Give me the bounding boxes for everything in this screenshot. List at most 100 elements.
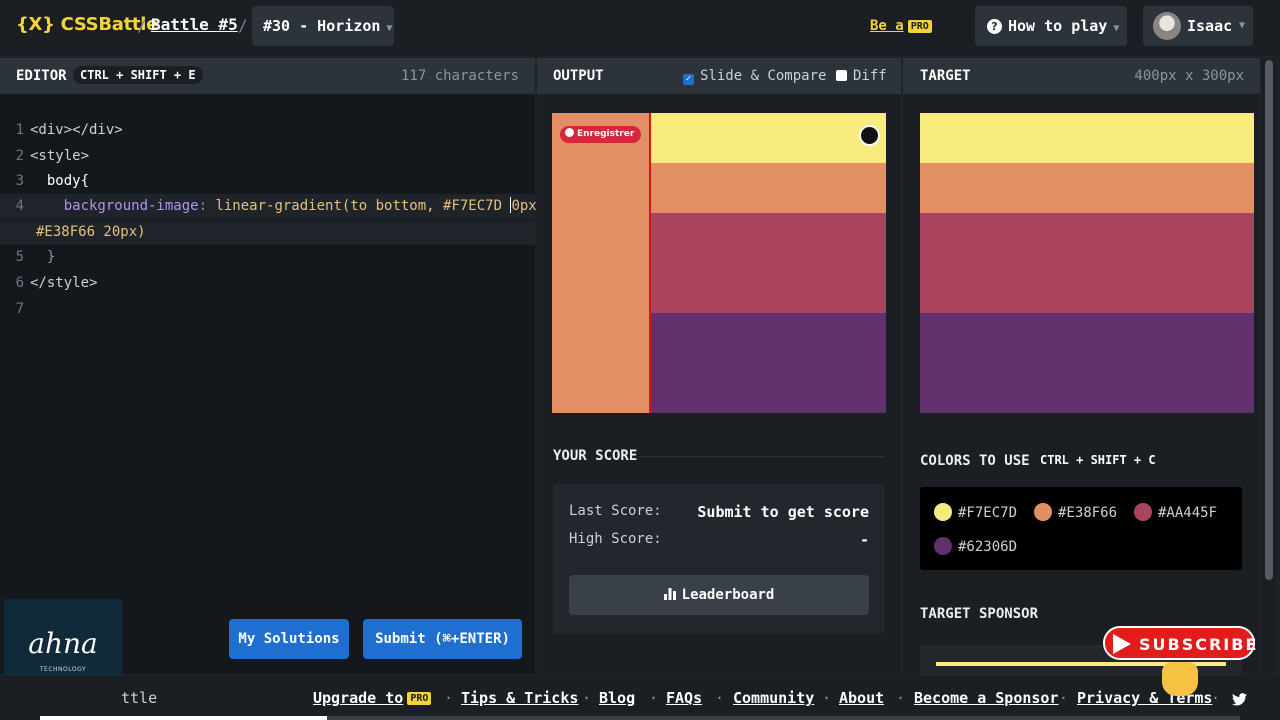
code-line[interactable]: 2 <style> (0, 144, 535, 169)
code-editor[interactable]: 1 <div></div> 2 <style> 3 body{ 4 backgrou… (0, 94, 545, 674)
output-render-area (552, 113, 650, 413)
editor-title: EDITOR (16, 68, 67, 84)
be-a-pro-link[interactable]: Be a PRO (870, 18, 932, 34)
submit-button[interactable]: Submit (⌘+ENTER) (363, 619, 522, 659)
color-swatch[interactable]: #AA445F (1134, 503, 1217, 521)
line-number: 3 (15, 173, 24, 189)
user-menu[interactable]: Isaac ▼ (1143, 6, 1253, 46)
footer-separator: · (649, 689, 659, 707)
code-text: <div></div> (30, 122, 123, 138)
subscribe-button[interactable]: SUBSCRIBE (1103, 626, 1259, 660)
color-swatch[interactable]: #F7EC7D (934, 503, 1017, 521)
output-preview[interactable]: Enregistrer (552, 113, 886, 413)
target-band-crimson (920, 213, 1254, 313)
target-sponsor-title: TARGET SPONSOR (920, 606, 1039, 622)
footer-separator: · (715, 689, 725, 707)
chevron-down-icon: ▼ (1238, 20, 1245, 31)
color-dot-icon (1134, 503, 1152, 521)
about-link[interactable]: About (839, 689, 884, 707)
target-header: TARGET 400px x 300px (903, 58, 1260, 94)
color-dot-icon (934, 537, 952, 555)
color-swatch[interactable]: #62306D (934, 537, 1017, 555)
breadcrumb-battle-link[interactable]: Battle #5 (151, 15, 238, 34)
your-score-title: YOUR SCORE (553, 448, 638, 464)
css-value: #E38F66 20px) (36, 224, 146, 240)
pro-badge: PRO (407, 692, 432, 705)
user-name: Isaac (1187, 17, 1233, 35)
twitter-icon[interactable] (1232, 693, 1247, 706)
footer-separator: · (444, 689, 454, 707)
last-score-label: Last Score: (569, 503, 662, 519)
color-hex-label: #AA445F (1158, 505, 1218, 521)
code-line-wrapped[interactable]: #E38F66 20px) (0, 220, 535, 245)
watermark-sub-text: TECHNOLOGY (39, 666, 87, 673)
line-number: 6 (15, 275, 24, 291)
upgrade-link[interactable]: Upgrade to PRO (313, 689, 432, 707)
subscribe-label: SUBSCRIBE (1139, 635, 1259, 654)
target-image[interactable] (920, 113, 1254, 413)
css-value: linear-gradient(to bottom, #F7EC7D (215, 198, 511, 214)
question-icon: ? (987, 19, 1002, 34)
code-line-active[interactable]: 4 background-image: linear-gradient(to b… (0, 194, 545, 219)
slide-compare-label: Slide & Compare (700, 68, 827, 84)
color-dot-icon (934, 503, 952, 521)
code-line[interactable]: 7 (0, 297, 535, 322)
output-header: OUTPUT ✓ Slide & Compare Diff (537, 58, 901, 94)
color-hex-label: #F7EC7D (958, 505, 1018, 521)
scrollbar-thumb[interactable] (1265, 60, 1273, 580)
record-badge[interactable]: Enregistrer (560, 126, 642, 143)
target-select-dropdown[interactable]: #30 - Horizon ▼ (252, 6, 394, 46)
target-band-purple (920, 313, 1254, 413)
tips-tricks-link[interactable]: Tips & Tricks (461, 689, 578, 707)
how-to-play-button[interactable]: ? How to play ▼ (975, 6, 1127, 46)
diff-label: Diff (853, 68, 887, 84)
slide-compare-toggle[interactable]: ✓ Slide & Compare (683, 68, 826, 85)
community-link[interactable]: Community (733, 689, 814, 707)
editor-shortcut-badge: CTRL + SHIFT + E (73, 66, 203, 84)
target-band-yellow (920, 113, 1254, 163)
my-solutions-button[interactable]: My Solutions (229, 619, 349, 659)
checkbox-checked-icon[interactable]: ✓ (683, 74, 694, 85)
upgrade-label: Upgrade to (313, 689, 404, 707)
output-title: OUTPUT (553, 68, 604, 84)
faqs-link[interactable]: FAQs (666, 689, 702, 707)
top-header: {X} CSSBattle / Battle #5 / #30 - Horizo… (0, 0, 1280, 56)
code-text: } (30, 249, 56, 265)
record-label: Enregistrer (577, 129, 635, 139)
color-swatch[interactable]: #E38F66 (1034, 503, 1117, 521)
become-sponsor-link[interactable]: Become a Sponsor (914, 689, 1059, 707)
line-number: 1 (15, 122, 24, 138)
color-dot-icon (1034, 503, 1052, 521)
blog-link[interactable]: Blog (599, 689, 635, 707)
code-line[interactable]: 6 </style> (0, 271, 535, 296)
record-icon (565, 128, 574, 137)
pointing-hand-icon (1162, 662, 1198, 696)
target-title: TARGET (920, 68, 971, 84)
pro-badge: PRO (907, 19, 932, 33)
code-line[interactable]: 3 body{ (0, 169, 535, 194)
target-band-orange (920, 163, 1254, 213)
footer-separator: · (582, 689, 592, 707)
last-score-value: Submit to get score (697, 503, 869, 521)
footer: ttle Upgrade to PRO · Tips & Tricks · Blo… (0, 676, 1280, 720)
code-text: </style> (30, 275, 98, 291)
chevron-down-icon: ▼ (386, 23, 393, 34)
avatar (1153, 12, 1181, 40)
sync-icon[interactable] (859, 125, 880, 146)
watermark-logo-text: ahna (28, 627, 98, 660)
be-a-label: Be a (870, 18, 904, 34)
code-line[interactable]: 5 } (0, 245, 535, 270)
score-card: Last Score: Submit to get score High Sco… (553, 484, 885, 634)
color-hex-label: #E38F66 (1058, 505, 1118, 521)
target-select-label: #30 - Horizon (263, 17, 381, 35)
line-number: 2 (15, 148, 24, 164)
breadcrumb-separator: / (137, 16, 147, 35)
checkbox-unchecked-icon[interactable] (836, 70, 847, 81)
footer-separator: · (1211, 689, 1221, 707)
page-scrollbar[interactable] (1262, 58, 1276, 674)
color-palette: #F7EC7D #E38F66 #AA445F #62306D (920, 487, 1242, 570)
diff-toggle[interactable]: Diff (836, 68, 887, 84)
slide-compare-handle[interactable] (649, 113, 651, 413)
code-line[interactable]: 1 <div></div> (0, 118, 535, 143)
leaderboard-button[interactable]: Leaderboard (569, 575, 869, 615)
